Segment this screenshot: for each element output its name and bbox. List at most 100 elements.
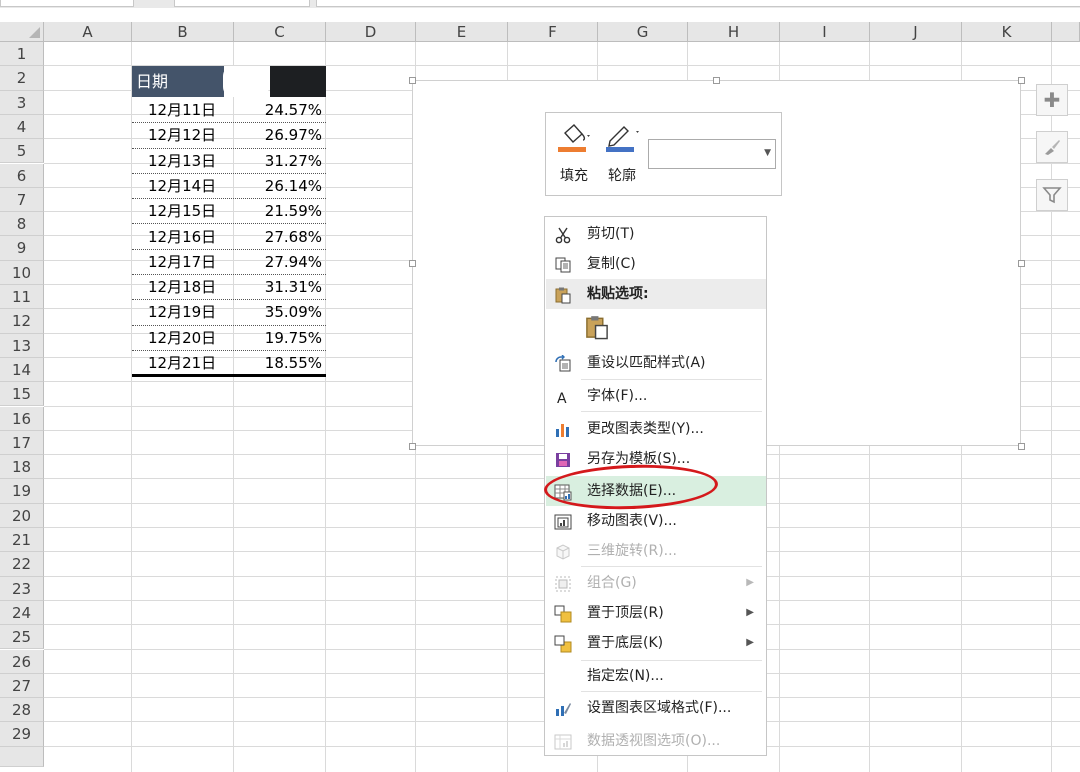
menu-item-label: 指定宏(N)... xyxy=(587,668,664,684)
row-header[interactable]: 27 xyxy=(0,673,44,699)
row-header[interactable]: 3 xyxy=(0,90,44,115)
column-header[interactable]: C xyxy=(234,22,326,42)
row-header[interactable]: 16 xyxy=(0,406,44,431)
resize-handle[interactable] xyxy=(1018,260,1025,267)
row-header[interactable]: 15 xyxy=(0,382,44,407)
row-header[interactable]: 14 xyxy=(0,357,44,383)
fill-label: 填充 xyxy=(560,168,588,184)
resize-handle[interactable] xyxy=(409,77,416,84)
row-header[interactable]: 25 xyxy=(0,625,44,650)
menu-item[interactable]: A 字体(F)... xyxy=(546,381,766,412)
value-cell: 26.97% xyxy=(264,126,322,145)
column-header[interactable]: G xyxy=(598,22,688,42)
resize-handle[interactable] xyxy=(713,77,720,84)
row-header[interactable]: 9 xyxy=(0,236,44,261)
chevron-down-icon: ▼ xyxy=(764,148,771,158)
table-row[interactable]: 12月16日 27.68% xyxy=(132,225,326,250)
table-row[interactable]: 12月20日 19.75% xyxy=(132,326,326,351)
fill-color-swatch xyxy=(558,147,586,152)
row-header[interactable]: 12 xyxy=(0,309,44,334)
row-header[interactable]: 2 xyxy=(0,66,44,91)
chart-type-icon xyxy=(554,420,572,438)
menu-item[interactable]: 重设以匹配样式(A) xyxy=(546,348,766,379)
column-header[interactable]: B xyxy=(132,22,234,42)
row-header[interactable]: 6 xyxy=(0,163,44,188)
table-row[interactable]: 12月15日 21.59% xyxy=(132,199,326,225)
value-cell: 27.68% xyxy=(264,227,322,246)
outline-button[interactable]: 轮廓 xyxy=(602,119,642,187)
value-cell: 31.31% xyxy=(264,278,322,297)
chart-element-dropdown[interactable]: ▼ xyxy=(648,139,776,169)
menu-item[interactable]: 置于底层(K) ▶ xyxy=(546,628,766,658)
plus-icon: ✚ xyxy=(1043,88,1061,112)
menu-item[interactable]: 更改图表类型(Y)... xyxy=(546,414,766,444)
table-row[interactable]: 12月13日 31.27% xyxy=(132,149,326,174)
row-header[interactable]: 22 xyxy=(0,552,44,577)
menu-item-label: 重设以匹配样式(A) xyxy=(587,355,706,371)
date-cell: 12月18日 xyxy=(148,278,217,297)
column-header[interactable]: K xyxy=(962,22,1052,42)
row-header[interactable]: 28 xyxy=(0,698,44,723)
fill-button[interactable]: 填充 xyxy=(554,119,594,187)
table-row[interactable]: 12月18日 31.31% xyxy=(132,275,326,301)
resize-handle[interactable] xyxy=(1018,443,1025,450)
column-header[interactable] xyxy=(1052,22,1080,42)
row-header[interactable]: 1 xyxy=(0,42,44,67)
table-header-label: 日期 xyxy=(136,72,169,91)
column-header[interactable]: J xyxy=(870,22,962,42)
row-header[interactable]: 5 xyxy=(0,139,44,164)
format-chart-area-icon xyxy=(554,699,572,717)
menu-separator xyxy=(581,691,762,692)
menu-item[interactable]: 设置图表区域格式(F)... xyxy=(546,693,766,723)
menu-item[interactable]: 置于顶层(R) ▶ xyxy=(546,598,766,628)
column-header[interactable]: E xyxy=(416,22,508,42)
row-header[interactable]: 26 xyxy=(0,649,44,674)
menu-item: 数据透视图选项(O)... xyxy=(546,726,766,756)
outline-label: 轮廓 xyxy=(608,168,636,184)
date-cell: 12月17日 xyxy=(148,252,217,271)
row-header[interactable]: 17 xyxy=(0,430,44,456)
row-header[interactable]: 21 xyxy=(0,528,44,553)
column-header[interactable]: H xyxy=(688,22,780,42)
table-header-date[interactable]: 日期 xyxy=(132,66,224,97)
date-cell: 12月11日 xyxy=(148,101,217,119)
menu-item-label: 更改图表类型(Y)... xyxy=(587,421,704,437)
column-header[interactable]: D xyxy=(326,22,416,42)
column-header[interactable]: A xyxy=(44,22,132,42)
menu-item[interactable]: 移动图表(V)... xyxy=(546,506,766,536)
table-row[interactable]: 12月14日 26.14% xyxy=(132,174,326,200)
table-row[interactable]: 12月19日 35.09% xyxy=(132,300,326,326)
value-cell: 31.27% xyxy=(264,151,322,170)
chart-elements-button[interactable]: ✚ xyxy=(1036,84,1068,116)
row-header[interactable]: 24 xyxy=(0,600,44,626)
column-header[interactable]: F xyxy=(508,22,598,42)
row-header[interactable]: 13 xyxy=(0,333,44,358)
row-header[interactable] xyxy=(0,746,44,767)
chart-filters-button[interactable] xyxy=(1036,179,1068,211)
row-header[interactable]: 11 xyxy=(0,285,44,310)
menu-item[interactable]: 指定宏(N)... xyxy=(546,661,766,691)
menu-item[interactable]: 复制(C) xyxy=(546,249,766,279)
row-header[interactable]: 10 xyxy=(0,260,44,285)
row-header[interactable]: 7 xyxy=(0,187,44,213)
resize-handle[interactable] xyxy=(409,260,416,267)
column-header[interactable]: I xyxy=(780,22,870,42)
menu-item[interactable]: 剪切(T) xyxy=(546,219,766,249)
row-header[interactable]: 29 xyxy=(0,722,44,747)
table-row[interactable]: 12月12日 26.97% xyxy=(132,123,326,149)
row-header[interactable]: 4 xyxy=(0,114,44,140)
date-cell: 12月16日 xyxy=(148,227,217,246)
row-header[interactable]: 23 xyxy=(0,576,44,601)
table-row[interactable]: 12月11日 24.57% xyxy=(132,98,326,124)
row-header[interactable]: 8 xyxy=(0,212,44,237)
paste-option-button[interactable] xyxy=(546,310,766,348)
table-row[interactable]: 12月17日 27.94% xyxy=(132,250,326,276)
select-all-corner[interactable] xyxy=(0,22,44,42)
row-header[interactable]: 18 xyxy=(0,455,44,480)
row-header[interactable]: 20 xyxy=(0,503,44,528)
chart-styles-button[interactable] xyxy=(1036,131,1068,163)
resize-handle[interactable] xyxy=(1018,77,1025,84)
resize-handle[interactable] xyxy=(409,443,416,450)
row-header[interactable]: 19 xyxy=(0,479,44,504)
table-row[interactable]: 12月21日 18.55% xyxy=(132,351,326,377)
